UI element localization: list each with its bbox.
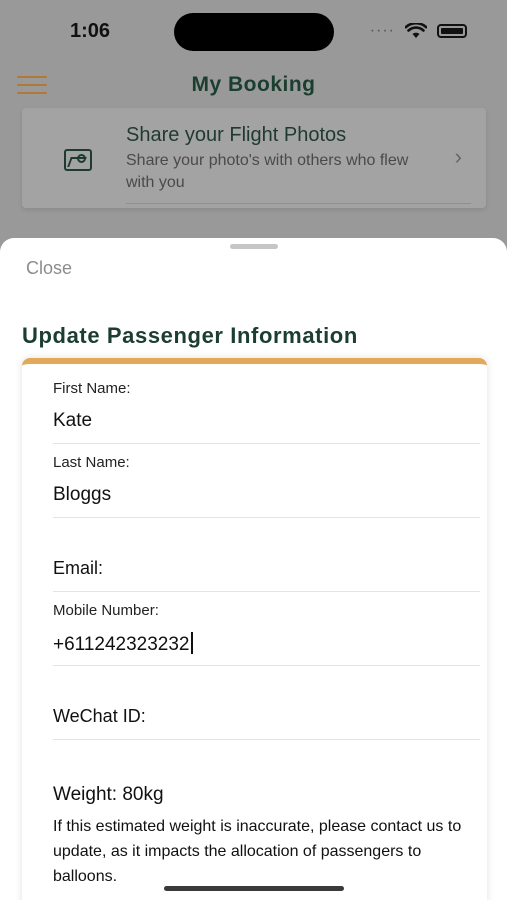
mobile-number-input[interactable]: +611242323232 — [53, 632, 193, 656]
share-photos-card[interactable]: Share your Flight Photos Share your phot… — [22, 108, 486, 208]
text-caret — [190, 632, 193, 654]
last-name-input[interactable]: Bloggs — [53, 484, 111, 506]
battery-icon — [437, 24, 467, 38]
page-title: My Booking — [191, 73, 316, 96]
email-label: Email: — [53, 558, 104, 578]
background-page: 1:06 ···· My Booking Share your Flight P… — [0, 0, 507, 260]
dynamic-island — [174, 13, 334, 51]
last-name-field[interactable]: Last Name: Bloggs — [53, 448, 480, 518]
passenger-form: First Name: Kate Last Name: Bloggs Email… — [22, 358, 487, 900]
weight-label: Weight: 80kg — [53, 784, 164, 805]
app-header: My Booking — [0, 60, 507, 110]
mobile-number-label: Mobile Number: — [53, 602, 159, 619]
status-time: 1:06 — [70, 20, 111, 42]
sheet-grabber[interactable] — [230, 244, 278, 249]
close-button[interactable]: Close — [26, 258, 72, 279]
home-indicator — [164, 886, 344, 891]
weight-note: If this estimated weight is inaccurate, … — [53, 818, 462, 885]
first-name-field[interactable]: First Name: Kate — [53, 374, 480, 444]
mobile-number-field[interactable]: Mobile Number: +611242323232 — [53, 596, 480, 666]
chevron-right-icon: › — [454, 144, 462, 169]
first-name-label: First Name: — [53, 380, 131, 397]
first-name-input[interactable]: Kate — [53, 410, 92, 432]
share-photos-subtitle: Share your photo's with others who flew … — [126, 152, 409, 191]
share-photos-title: Share your Flight Photos — [126, 124, 347, 146]
sheet-title: Update Passenger Information — [22, 323, 358, 348]
signal-icon: ···· — [369, 22, 395, 39]
email-field[interactable]: Email: — [53, 522, 480, 592]
status-bar: 1:06 ···· — [0, 0, 507, 60]
divider — [126, 203, 471, 204]
mobile-number-value: +611242323232 — [53, 634, 190, 655]
wechat-id-field[interactable]: WeChat ID: — [53, 670, 480, 740]
bottom-sheet: Close Update Passenger Information First… — [0, 238, 507, 900]
status-icons: ···· — [370, 22, 467, 40]
wechat-id-label: WeChat ID: — [53, 706, 146, 726]
last-name-label: Last Name: — [53, 454, 130, 471]
image-icon — [64, 149, 92, 171]
wifi-icon — [405, 23, 427, 38]
